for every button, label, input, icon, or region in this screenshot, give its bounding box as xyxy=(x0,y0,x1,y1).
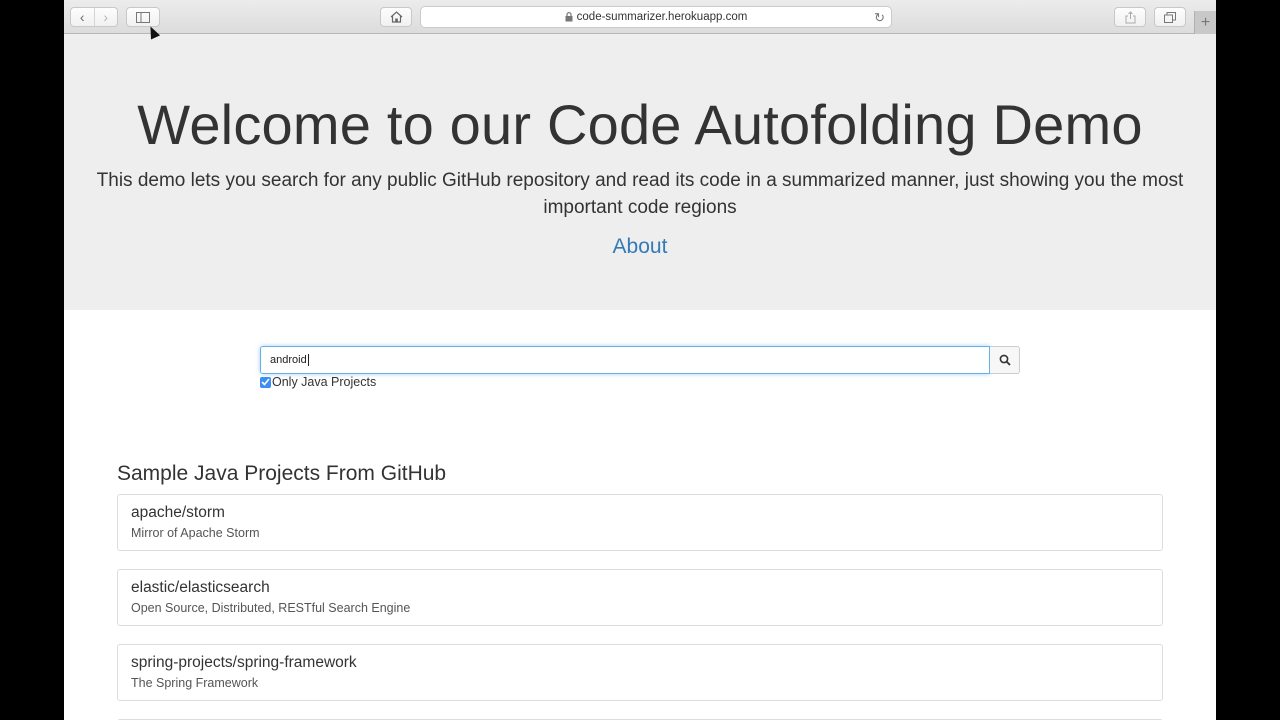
project-name: apache/storm xyxy=(131,504,225,521)
checkmark-icon xyxy=(261,378,270,386)
hero-section: Welcome to our Code Autofolding Demo Thi… xyxy=(64,34,1216,310)
browser-toolbar: ‹ › code-summarizer.herokuapp.com ↻ + xyxy=(64,0,1216,34)
home-icon xyxy=(390,11,402,23)
nav-buttons: ‹ › xyxy=(70,7,118,27)
plus-icon: + xyxy=(1200,13,1211,31)
project-description: The Spring Framework xyxy=(131,676,259,690)
forward-icon[interactable]: › xyxy=(93,8,118,26)
sample-project-card[interactable]: apache/storm Mirror of Apache Storm xyxy=(117,494,1163,551)
hero-lead: This demo lets you search for any public… xyxy=(96,170,1184,218)
java-only-label[interactable]: Only Java Projects xyxy=(272,375,376,389)
back-icon[interactable]: ‹ xyxy=(71,8,94,26)
address-bar[interactable]: code-summarizer.herokuapp.com ↻ xyxy=(420,6,892,28)
search-button[interactable] xyxy=(990,346,1020,374)
java-only-checkbox[interactable] xyxy=(260,376,271,388)
page-title: Welcome to our Code Autofolding Demo xyxy=(137,93,1143,156)
browser-window: ‹ › code-summarizer.herokuapp.com ↻ + We… xyxy=(64,0,1216,720)
sidebar-icon xyxy=(136,11,150,23)
project-name: elastic/elasticsearch xyxy=(131,579,270,596)
search-bar: android xyxy=(260,346,1020,374)
about-link[interactable]: About xyxy=(64,235,1216,259)
text-caret xyxy=(307,354,309,366)
project-name: spring-projects/spring-framework xyxy=(131,654,357,671)
java-only-option: Only Java Projects xyxy=(260,375,376,389)
project-description: Open Source, Distributed, RESTful Search… xyxy=(131,601,411,615)
url-text: code-summarizer.herokuapp.com xyxy=(576,11,748,23)
samples-heading: Sample Java Projects From GitHub xyxy=(117,462,447,485)
reload-icon[interactable]: ↻ xyxy=(874,10,885,26)
home-button[interactable] xyxy=(380,7,412,27)
project-description: Mirror of Apache Storm xyxy=(131,526,260,540)
tabs-icon xyxy=(1164,11,1176,23)
search-icon xyxy=(999,354,1011,366)
search-input-value: android xyxy=(270,354,307,366)
lock-icon xyxy=(565,12,573,22)
share-button[interactable] xyxy=(1114,7,1146,27)
search-input[interactable]: android xyxy=(260,346,990,374)
new-tab-button[interactable]: + xyxy=(1194,11,1216,34)
tabs-button[interactable] xyxy=(1154,7,1186,27)
sample-project-card[interactable]: elastic/elasticsearch Open Source, Distr… xyxy=(117,569,1163,626)
sample-project-card[interactable]: spring-projects/spring-framework The Spr… xyxy=(117,644,1163,701)
share-icon xyxy=(1125,10,1135,23)
